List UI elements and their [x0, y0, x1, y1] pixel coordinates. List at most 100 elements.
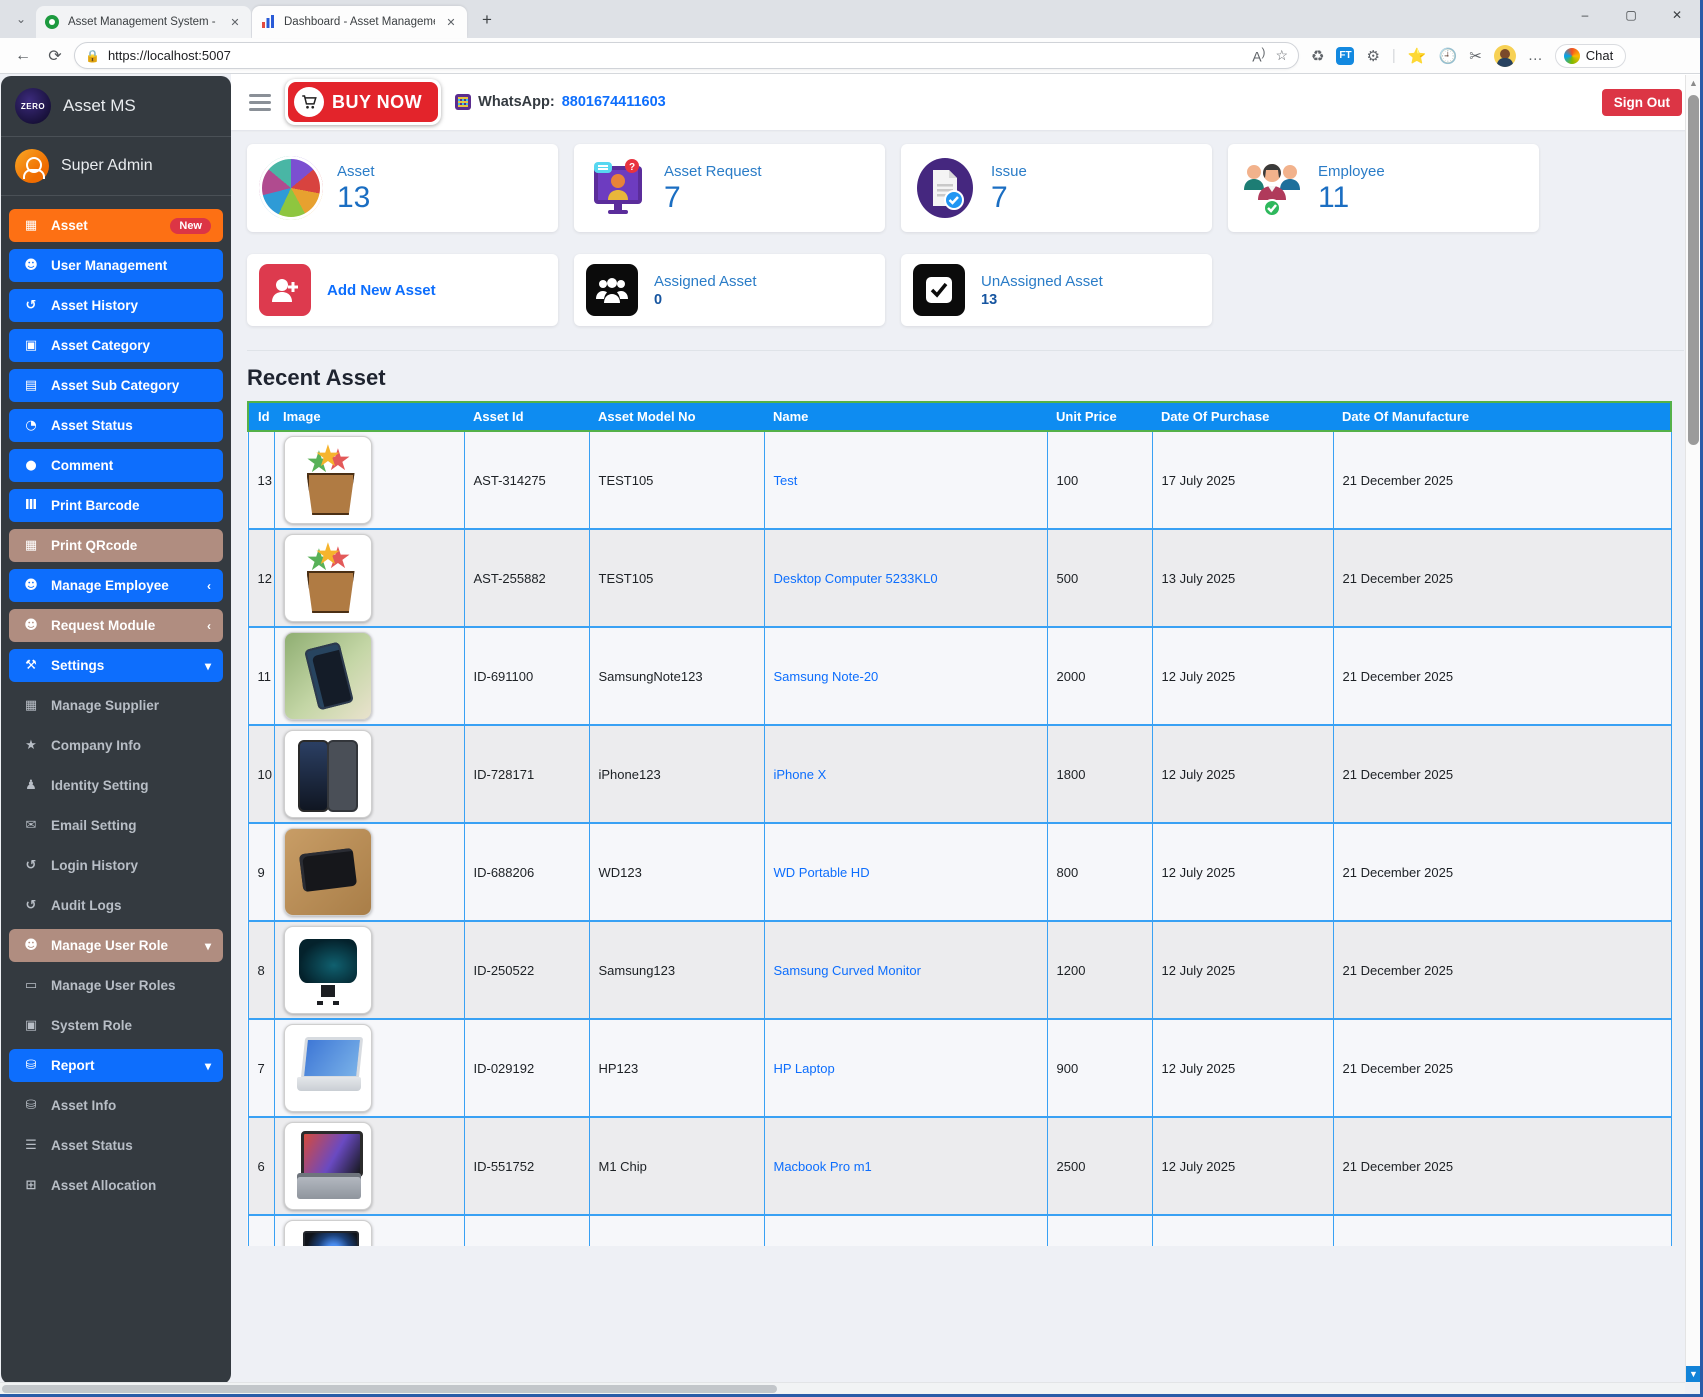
- asset-name-link[interactable]: Test: [774, 473, 798, 488]
- history-icon[interactable]: 🕘: [1439, 47, 1458, 65]
- cell-model: SamsungNote123: [589, 627, 764, 725]
- scrollbar-thumb[interactable]: [2, 1385, 777, 1393]
- sidebar-item-audit-logs[interactable]: ↺Audit Logs: [9, 889, 223, 922]
- web-capture-icon[interactable]: ✂: [1469, 47, 1482, 65]
- close-button[interactable]: ✕: [1654, 0, 1700, 30]
- column-header-date-of-purchase: Date Of Purchase: [1152, 402, 1333, 431]
- sidebar-item-manage-user-role[interactable]: ☻Manage User Role▾: [9, 929, 223, 962]
- url-input[interactable]: [108, 48, 1244, 63]
- sidebar-item-asset-info[interactable]: ⛁Asset Info: [9, 1089, 223, 1122]
- sidebar-item-user-management[interactable]: ☻User Management: [9, 249, 223, 282]
- asset-name-link[interactable]: Desktop Computer 5233KL0: [774, 571, 938, 586]
- cell-model: Samsung123: [589, 921, 764, 1019]
- minimize-button[interactable]: –: [1562, 0, 1608, 30]
- tab-close-icon[interactable]: ✕: [443, 14, 459, 30]
- stat-card-asset[interactable]: Asset 13: [247, 144, 558, 232]
- asset-name-link[interactable]: Samsung Curved Monitor: [774, 963, 921, 978]
- scroll-up-icon[interactable]: ▲: [1686, 75, 1701, 91]
- tab-close-icon[interactable]: ✕: [227, 14, 243, 30]
- sidebar-item-asset-category[interactable]: ▣Asset Category: [9, 329, 223, 362]
- sidebar-item-identity-setting[interactable]: ♟Identity Setting: [9, 769, 223, 802]
- profile-avatar[interactable]: [1494, 45, 1516, 67]
- new-tab-button[interactable]: +: [474, 7, 500, 33]
- sidebar-item-label: Print Barcode: [51, 498, 211, 513]
- buy-now-button[interactable]: BUY NOW: [285, 79, 441, 125]
- maximize-button[interactable]: ▢: [1608, 0, 1654, 30]
- sidebar-item-manage-employee[interactable]: ☻Manage Employee‹: [9, 569, 223, 602]
- sidebar-item-report[interactable]: ⛁Report▾: [9, 1049, 223, 1082]
- history-icon: ↺: [21, 898, 41, 913]
- tab-search-chevron-icon[interactable]: ⌄: [8, 6, 34, 32]
- tab-dashboard[interactable]: Dashboard - Asset Management S ✕: [252, 6, 467, 38]
- sidebar-item-asset[interactable]: ▦AssetNew: [9, 209, 223, 242]
- sidebar-item-label: Manage Supplier: [51, 698, 211, 713]
- collections-icon[interactable]: ⭐: [1408, 47, 1427, 65]
- stat-label: Employee: [1318, 163, 1385, 180]
- briefcase-icon: ▣: [21, 1018, 41, 1033]
- sidebar-item-comment[interactable]: ●Comment: [9, 449, 223, 482]
- asset-name-link[interactable]: iPhone X: [774, 767, 827, 782]
- sidebar-item-print-qrcode[interactable]: ▦Print QRcode: [9, 529, 223, 562]
- extensions-puzzle-icon[interactable]: ⚙: [1366, 47, 1379, 65]
- sidebar-item-settings[interactable]: ⚒Settings▾: [9, 649, 223, 682]
- stat-card-employee[interactable]: Employee 11: [1228, 144, 1539, 232]
- svg-text:?: ?: [629, 162, 635, 173]
- asset-name-link[interactable]: HP Laptop: [774, 1061, 835, 1076]
- asset-name-link[interactable]: WD Portable HD: [774, 865, 870, 880]
- employees-icon: ☻: [21, 578, 41, 593]
- people-icon: [586, 264, 638, 316]
- read-aloud-icon[interactable]: A): [1252, 46, 1265, 65]
- sidebar-item-asset-history[interactable]: ↺Asset History: [9, 289, 223, 322]
- settings-more-icon[interactable]: …: [1528, 47, 1543, 64]
- refresh-icon[interactable]: ⟳: [42, 43, 68, 69]
- sidebar-item-asset-sub-category[interactable]: ▤Asset Sub Category: [9, 369, 223, 402]
- scroll-down-icon[interactable]: ▼: [1686, 1366, 1701, 1382]
- sidebar-item-asset-status[interactable]: ◔Asset Status: [9, 409, 223, 442]
- address-bar[interactable]: 🔒 A) ☆: [74, 42, 1299, 69]
- database-icon: ⛁: [21, 1098, 41, 1113]
- sidebar-item-login-history[interactable]: ↺Login History: [9, 849, 223, 882]
- column-header-id: Id: [248, 402, 274, 431]
- sidebar-item-request-module[interactable]: ☻Request Module‹: [9, 609, 223, 642]
- sidebar-item-manage-supplier[interactable]: ▦Manage Supplier: [9, 689, 223, 722]
- back-icon[interactable]: ←: [10, 43, 36, 69]
- table-row: 8ID-250522Samsung123Samsung Curved Monit…: [248, 921, 1671, 1019]
- sidebar-item-label: Asset Category: [51, 338, 211, 353]
- sign-out-button[interactable]: Sign Out: [1602, 89, 1682, 116]
- quick-label: Add New Asset: [327, 282, 436, 299]
- sidebar-item-print-barcode[interactable]: ⅢPrint Barcode: [9, 489, 223, 522]
- horizontal-scrollbar[interactable]: [0, 1382, 1685, 1394]
- add-new-asset-card[interactable]: Add New Asset: [247, 254, 558, 326]
- tab-asset-management[interactable]: Asset Management System - Comp ✕: [36, 6, 251, 38]
- favorite-star-icon[interactable]: ☆: [1275, 47, 1288, 64]
- copilot-chat-button[interactable]: Chat: [1555, 44, 1626, 68]
- stat-label: Asset: [337, 163, 375, 180]
- qrcode-icon: ▦: [21, 538, 41, 553]
- browser-essentials-icon[interactable]: ♻: [1311, 47, 1324, 65]
- sidebar-item-system-role[interactable]: ▣System Role: [9, 1009, 223, 1042]
- laptop-dark-image: [284, 1220, 372, 1246]
- assigned-asset-card[interactable]: Assigned Asset 0: [574, 254, 885, 326]
- sidebar-item-asset-allocation[interactable]: ⊞Asset Allocation: [9, 1169, 223, 1202]
- vertical-scrollbar[interactable]: ▲ ▼: [1685, 75, 1700, 1382]
- asset-name-link[interactable]: Samsung Note-20: [774, 669, 879, 684]
- database-icon: ⛁: [21, 1058, 41, 1073]
- sidebar-item-email-setting[interactable]: ✉Email Setting: [9, 809, 223, 842]
- stat-card-asset-request[interactable]: ? Asset Request 7: [574, 144, 885, 232]
- cell-manufacture-date: 21 December 2025: [1333, 725, 1671, 823]
- window-controls: – ▢ ✕: [1562, 0, 1700, 38]
- sidebar-item-manage-user-roles[interactable]: ▭Manage User Roles: [9, 969, 223, 1002]
- cell-id: 9: [248, 823, 274, 921]
- sidebar-item-label: Manage User Roles: [51, 978, 211, 993]
- whatsapp-number-link[interactable]: 8801674411603: [562, 94, 666, 110]
- stat-card-issue[interactable]: Issue 7: [901, 144, 1212, 232]
- asset-name-link[interactable]: Macbook Pro m1: [774, 1159, 872, 1174]
- menu-toggle-icon[interactable]: [249, 94, 271, 111]
- sidebar-item-asset-status[interactable]: ☰Asset Status: [9, 1129, 223, 1162]
- extension-ft-icon[interactable]: FT: [1336, 47, 1354, 65]
- scrollbar-thumb[interactable]: [1688, 95, 1699, 445]
- unassigned-asset-card[interactable]: UnAssigned Asset 13: [901, 254, 1212, 326]
- sidebar-item-company-info[interactable]: ★Company Info: [9, 729, 223, 762]
- sidebar-menu: ▦AssetNew ☻User Management ↺Asset History ▣…: [1, 196, 231, 1202]
- envelope-icon: ✉: [21, 818, 41, 833]
